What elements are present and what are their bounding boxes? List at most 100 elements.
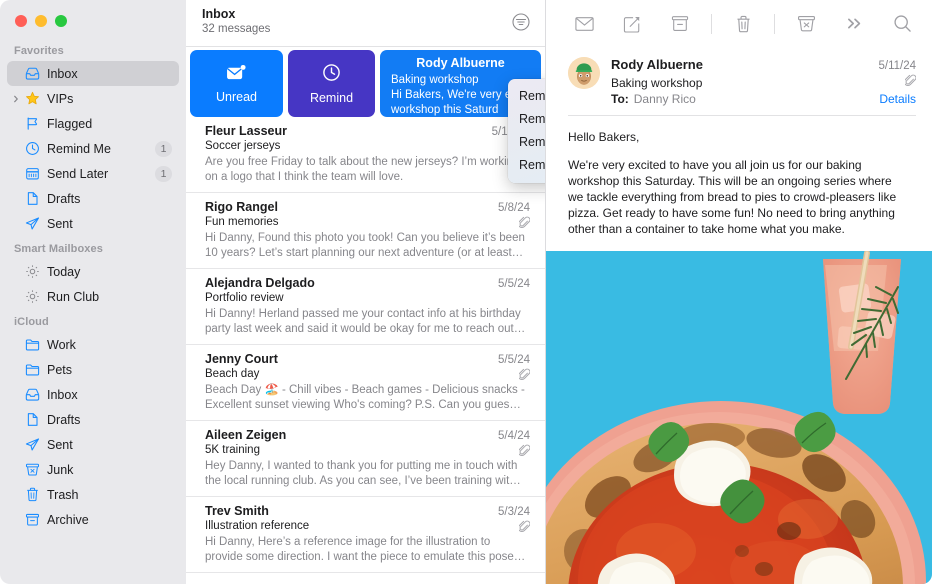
message-sender: Rigo Rangel (205, 200, 278, 214)
sidebar-item-sent[interactable]: Sent (7, 432, 179, 457)
swipe-action-row: Unread Remind Rody Albuerne Baking works… (186, 47, 545, 117)
sidebar-item-label: Run Club (47, 289, 100, 304)
table-row[interactable]: Aileen Zeigen 5/4/24 5K training Hey Danny,… (186, 421, 545, 497)
message-preview: Are you free Friday to talk about the ne… (205, 156, 520, 183)
message-sender: Fleur Lasseur (205, 124, 287, 138)
message-preview: Hi Danny, Here’s a reference image for t… (205, 536, 526, 563)
message-sender: Aileen Zeigen (205, 428, 287, 442)
search-button[interactable] (886, 11, 918, 37)
details-link[interactable]: Details (879, 92, 916, 106)
archive-icon (24, 512, 40, 528)
table-row[interactable]: Trev Smith 5/3/24 Illustration reference Hi… (186, 497, 545, 573)
zoom-button[interactable] (55, 15, 67, 27)
sidebar-item-send-later[interactable]: Send Later 1 (7, 161, 179, 186)
sidebar-item-run-club[interactable]: Run Club (7, 284, 179, 309)
sidebar-item-work[interactable]: Work (7, 332, 179, 357)
filter-icon[interactable] (510, 11, 532, 33)
sidebar-item-badge: 1 (155, 165, 172, 182)
message-date: 5/11/24 (878, 60, 916, 72)
close-button[interactable] (15, 15, 27, 27)
archive-button[interactable] (664, 11, 696, 37)
sidebar-item-badge: 1 (155, 140, 172, 157)
junk-icon (24, 462, 40, 478)
sidebar-item-label: Flagged (47, 116, 93, 131)
sidebar-item-flagged[interactable]: Flagged (7, 111, 179, 136)
sidebar-item-vips[interactable]: VIPs (7, 86, 179, 111)
paperclip-icon (517, 368, 531, 381)
sidebar-item-archive[interactable]: Archive (7, 507, 179, 532)
sidebar-item-trash[interactable]: Trash (7, 482, 179, 507)
window-controls (0, 0, 186, 38)
paperclip-icon (517, 444, 531, 457)
mark-unread-button[interactable] (568, 11, 600, 37)
minimize-button[interactable] (35, 15, 47, 27)
table-row[interactable]: Fleur Lasseur5/10/24Soccer jerseysAre yo… (186, 117, 545, 193)
compose-button[interactable] (616, 11, 648, 37)
remind-me-context-menu[interactable]: Remind Me in 1 HourRemind Me TonightRemi… (508, 79, 545, 183)
sidebar-item-inbox[interactable]: Inbox (7, 382, 179, 407)
message-detail-pane: Rody Albuerne 5/11/24 Baking workshop To… (546, 0, 932, 584)
message-sender: Jenny Court (205, 352, 278, 366)
junk-button[interactable] (790, 11, 822, 37)
unread-envelope-icon (226, 64, 247, 86)
star-icon (24, 91, 40, 107)
document-icon (24, 412, 40, 428)
message-preview: Hey Danny, I wanted to thank you for put… (205, 460, 521, 487)
paper-plane-icon (24, 437, 40, 453)
message-list-pane: Inbox 32 messages Unread Remind Rody Alb… (186, 0, 546, 584)
menu-item-remind-3[interactable]: Remind Me Later… (508, 154, 545, 177)
message-date: 5/5/24 (498, 354, 530, 366)
menu-item-remind-1[interactable]: Remind Me Tonight (508, 108, 545, 131)
sidebar-section-label: iCloud (14, 316, 49, 328)
chevron-right-icon[interactable] (11, 94, 21, 104)
body-paragraph: We're very excited to have you all join … (568, 158, 897, 236)
sidebar-section-label: Favorites (14, 45, 64, 57)
sidebar-item-label: Today (47, 264, 81, 279)
gear-icon (24, 264, 40, 280)
selected-message-from: Rody Albuerne (416, 56, 505, 70)
sidebar-item-label: Remind Me (47, 141, 111, 156)
table-row[interactable]: Rigo Rangel 5/8/24 Fun memories Hi Danny, F… (186, 193, 545, 269)
message-sender: Trev Smith (205, 504, 269, 518)
sidebar-item-label: Send Later (47, 166, 109, 181)
sidebar-item-pets[interactable]: Pets (7, 357, 179, 382)
delete-button[interactable] (727, 11, 759, 37)
message-date: 5/3/24 (498, 506, 530, 518)
table-row[interactable]: Alejandra Delgado 5/5/24 Portfolio review H… (186, 269, 545, 345)
table-row[interactable]: Jenny Court 5/5/24 Beach day Beach Day 🏖️ -… (186, 345, 545, 421)
sidebar-item-label: Pets (47, 362, 73, 377)
sidebar-item-remind-me[interactable]: Remind Me 1 (7, 136, 179, 161)
sidebar-item-label: Sent (47, 216, 73, 231)
menu-item-remind-0[interactable]: Remind Me in 1 Hour (508, 85, 545, 108)
message-date: 5/5/24 (498, 278, 530, 290)
message-date: 5/4/24 (498, 430, 530, 442)
attachment-image-pizza[interactable] (546, 251, 932, 584)
menu-item-remind-2[interactable]: Remind Me Tomorrow (508, 131, 545, 154)
sidebar-item-today[interactable]: Today (7, 259, 179, 284)
swipe-unread-button[interactable]: Unread (190, 50, 283, 117)
sidebar-item-junk[interactable]: Junk (7, 457, 179, 482)
sidebar-item-label: Inbox (47, 66, 78, 81)
gear-icon (24, 289, 40, 305)
clock-icon (322, 63, 341, 87)
swipe-remind-button[interactable]: Remind (288, 50, 375, 117)
sidebar: Favorites Inbox VIPs Flagged Remind Me 1 Send … (0, 0, 186, 584)
message-subject: 5K training (205, 444, 260, 456)
message-list-header: Inbox 32 messages (186, 0, 545, 47)
detail-toolbar (546, 0, 932, 47)
sidebar-item-sent[interactable]: Sent (7, 211, 179, 236)
paperclip-icon (517, 520, 531, 533)
more-button[interactable] (838, 11, 870, 37)
toolbar-divider-2 (774, 13, 775, 34)
message-subject: Illustration reference (205, 520, 310, 532)
message-date: 5/8/24 (498, 202, 530, 214)
sidebar-item-drafts[interactable]: Drafts (7, 407, 179, 432)
paper-plane-icon (24, 216, 40, 232)
swipe-remind-label: Remind (309, 90, 354, 105)
sidebar-item-inbox[interactable]: Inbox (7, 61, 179, 86)
message-subject: Beach day (205, 368, 260, 380)
message-preview: Beach Day 🏖️ - Chill vibes - Beach games… (205, 384, 525, 411)
sidebar-item-drafts[interactable]: Drafts (7, 186, 179, 211)
to-label: To: (611, 92, 629, 106)
message-subject: Portfolio review (205, 292, 284, 304)
